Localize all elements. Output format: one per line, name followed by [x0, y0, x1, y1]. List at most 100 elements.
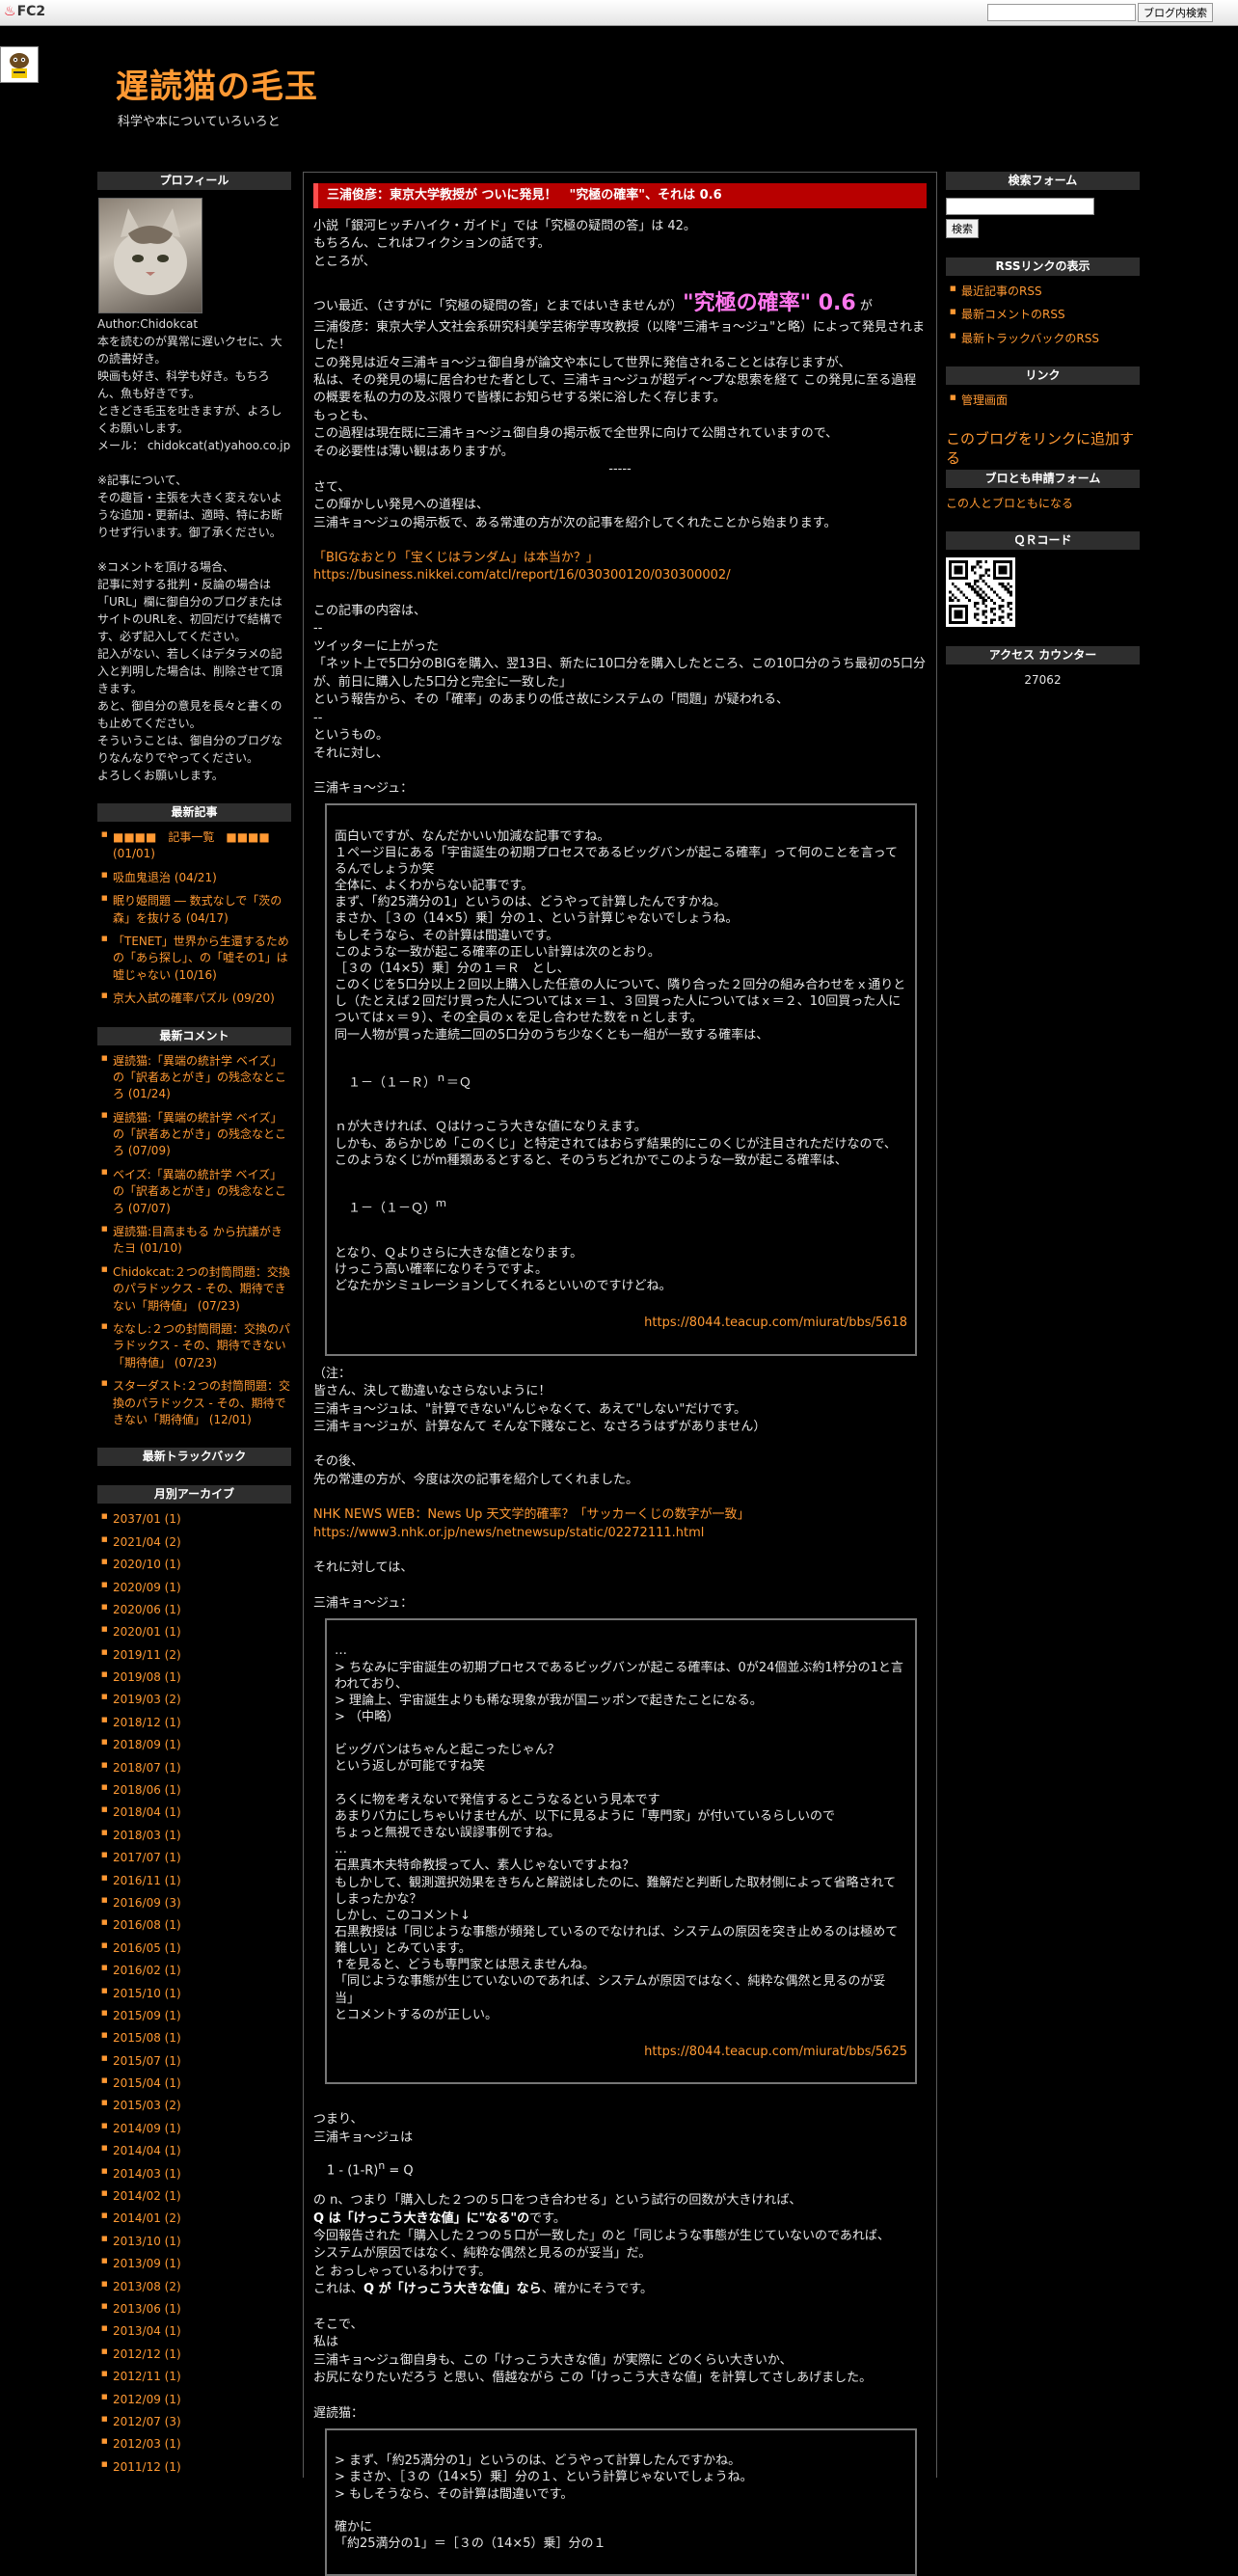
archive-item[interactable]: 2017/07 (1)	[97, 1850, 291, 1866]
mascot-icon[interactable]	[0, 46, 39, 83]
archive-item-link[interactable]: 2019/03 (2)	[113, 1693, 181, 1706]
archive-item[interactable]: 2015/09 (1)	[97, 2008, 291, 2024]
archive-item-link[interactable]: 2014/02 (1)	[113, 2189, 181, 2203]
rss-item[interactable]: 最新トラックバックのRSS	[946, 331, 1140, 347]
recent-article-item-link[interactable]: 眠り姫問題 ― 数式なしで「茨の森」を抜ける (04/17)	[113, 894, 282, 924]
archive-item[interactable]: 2020/09 (1)	[97, 1580, 291, 1596]
archive-item[interactable]: 2019/03 (2)	[97, 1692, 291, 1708]
archive-item[interactable]: 2015/10 (1)	[97, 1986, 291, 2002]
archive-item-link[interactable]: 2019/08 (1)	[113, 1670, 181, 1684]
archive-item-link[interactable]: 2018/12 (1)	[113, 1716, 181, 1729]
blog-search-input[interactable]	[987, 4, 1136, 21]
archive-item[interactable]: 2019/08 (1)	[97, 1669, 291, 1686]
archive-item[interactable]: 2012/07 (3)	[97, 2414, 291, 2430]
archive-item-link[interactable]: 2012/07 (3)	[113, 2415, 181, 2428]
archive-item[interactable]: 2018/09 (1)	[97, 1737, 291, 1753]
recent-article-item[interactable]: ■■■■ 記事一覧 ■■■■ (01/01)	[97, 829, 291, 863]
rss-item-link[interactable]: 最新コメントのRSS	[961, 308, 1065, 321]
archive-item-link[interactable]: 2012/11 (1)	[113, 2370, 181, 2383]
archive-item[interactable]: 2012/11 (1)	[97, 2369, 291, 2385]
recent-article-item-link[interactable]: ■■■■ 記事一覧 ■■■■ (01/01)	[113, 830, 270, 860]
archive-item-link[interactable]: 2020/10 (1)	[113, 1558, 181, 1571]
archive-item[interactable]: 2013/10 (1)	[97, 2234, 291, 2250]
rss-item[interactable]: 最新コメントのRSS	[946, 307, 1140, 323]
archive-item[interactable]: 2014/04 (1)	[97, 2143, 291, 2159]
archive-item[interactable]: 2018/07 (1)	[97, 1760, 291, 1776]
recent-article-item[interactable]: 京大入試の確率パズル (09/20)	[97, 990, 291, 1007]
archive-item[interactable]: 2037/01 (1)	[97, 1511, 291, 1528]
archive-item[interactable]: 2012/12 (1)	[97, 2346, 291, 2363]
fc2-logo[interactable]: ♨FC2	[4, 4, 45, 19]
archive-item[interactable]: 2015/07 (1)	[97, 2053, 291, 2070]
recent-comment-item-link[interactable]: ベイズ:「異端の統計学 ベイズ」の「訳者あとがき」の残念なところ (07/07)	[113, 1168, 286, 1215]
quote-1-source-link[interactable]: https://8044.teacup.com/miurat/bbs/5618	[335, 1315, 907, 1331]
archive-item[interactable]: 2014/02 (1)	[97, 2188, 291, 2205]
recent-article-item-link[interactable]: 「TENET」世界から生還するための「あら探し」、の「嘘その1」は嘘じゃない (…	[113, 935, 289, 982]
archive-item-link[interactable]: 2018/04 (1)	[113, 1805, 181, 1819]
recent-comment-item[interactable]: 遅読猫:目高まもる から抗議がきたヨ (01/10)	[97, 1224, 291, 1258]
recent-comment-item-link[interactable]: 遅読猫:目高まもる から抗議がきたヨ (01/10)	[113, 1225, 283, 1255]
recent-comment-item[interactable]: 遅読猫:「異端の統計学 ベイズ」の「訳者あとがき」の残念なところ (01/24)	[97, 1053, 291, 1103]
recent-article-item-link[interactable]: 京大入試の確率パズル (09/20)	[113, 991, 275, 1005]
archive-item-link[interactable]: 2016/11 (1)	[113, 1874, 181, 1887]
archive-item-link[interactable]: 2016/02 (1)	[113, 1964, 181, 1977]
archive-item[interactable]: 2021/04 (2)	[97, 1534, 291, 1551]
archive-item[interactable]: 2016/11 (1)	[97, 1873, 291, 1889]
archive-item-link[interactable]: 2016/08 (1)	[113, 1918, 181, 1932]
search-input[interactable]	[946, 198, 1094, 215]
recent-comment-item-link[interactable]: 遅読猫:「異端の統計学 ベイズ」の「訳者あとがき」の残念なところ (07/09)	[113, 1111, 286, 1158]
recent-article-item-link[interactable]: 吸血鬼退治 (04/21)	[113, 871, 217, 884]
recent-comment-item[interactable]: Chidokcat:２つの封筒問題：交換のパラドックス - その、期待できない「…	[97, 1264, 291, 1315]
archive-item[interactable]: 2019/11 (2)	[97, 1647, 291, 1664]
archive-item[interactable]: 2018/03 (1)	[97, 1828, 291, 1844]
archive-item[interactable]: 2013/08 (2)	[97, 2279, 291, 2295]
add-blog-link[interactable]: このブログをリンクに追加する	[946, 429, 1140, 469]
blog-search-button[interactable]: ブログ内検索	[1138, 3, 1213, 22]
archive-item[interactable]: 2013/09 (1)	[97, 2256, 291, 2272]
archive-item-link[interactable]: 2019/11 (2)	[113, 1648, 181, 1662]
archive-item-link[interactable]: 2018/06 (1)	[113, 1783, 181, 1797]
archive-item-link[interactable]: 2015/09 (1)	[113, 2009, 181, 2022]
archive-item-link[interactable]: 2013/10 (1)	[113, 2235, 181, 2248]
archive-item[interactable]: 2013/06 (1)	[97, 2301, 291, 2318]
rss-item[interactable]: 最近記事のRSS	[946, 284, 1140, 300]
archive-item[interactable]: 2014/09 (1)	[97, 2121, 291, 2137]
archive-item[interactable]: 2020/06 (1)	[97, 1602, 291, 1618]
archive-item[interactable]: 2018/06 (1)	[97, 1782, 291, 1799]
archive-item[interactable]: 2012/03 (1)	[97, 2436, 291, 2453]
archive-item-link[interactable]: 2037/01 (1)	[113, 1512, 181, 1526]
archive-item-link[interactable]: 2015/03 (2)	[113, 2099, 181, 2112]
rss-item-link[interactable]: 最新トラックバックのRSS	[961, 332, 1099, 345]
quote-2-source-link[interactable]: https://8044.teacup.com/miurat/bbs/5625	[335, 2044, 907, 2060]
archive-item[interactable]: 2016/09 (3)	[97, 1895, 291, 1912]
recent-comment-item-link[interactable]: ななし:２つの封筒問題：交換のパラドックス - その、期待できない「期待値」 (…	[113, 1322, 290, 1369]
friend-request-link[interactable]: この人とブロともになる	[946, 496, 1140, 512]
blog-title[interactable]: 遅読猫の毛玉	[116, 60, 318, 107]
archive-item-link[interactable]: 2017/07 (1)	[113, 1851, 181, 1864]
archive-item-link[interactable]: 2014/01 (2)	[113, 2211, 181, 2225]
archive-item-link[interactable]: 2013/06 (1)	[113, 2302, 181, 2316]
archive-item-link[interactable]: 2015/10 (1)	[113, 1987, 181, 2000]
archive-item-link[interactable]: 2012/09 (1)	[113, 2393, 181, 2406]
archive-item[interactable]: 2018/12 (1)	[97, 1715, 291, 1731]
link-item-link[interactable]: 管理画面	[961, 393, 1008, 407]
recent-article-item[interactable]: 吸血鬼退治 (04/21)	[97, 870, 291, 886]
archive-item[interactable]: 2018/04 (1)	[97, 1804, 291, 1821]
search-button[interactable]: 検索	[946, 219, 979, 238]
archive-item[interactable]: 2014/01 (2)	[97, 2210, 291, 2227]
archive-item[interactable]: 2020/10 (1)	[97, 1557, 291, 1573]
archive-item[interactable]: 2016/02 (1)	[97, 1963, 291, 1979]
archive-item-link[interactable]: 2018/09 (1)	[113, 1738, 181, 1751]
archive-item-link[interactable]: 2014/03 (1)	[113, 2167, 181, 2181]
nikkei-article-link[interactable]: 「BIGなおとり「宝くじはランダム」は本当か？」	[313, 550, 927, 567]
nhk-article-link[interactable]: NHK NEWS WEB：News Up 天文学的確率？「サッカーくじの数字が一…	[313, 1506, 927, 1524]
archive-item-link[interactable]: 2013/08 (2)	[113, 2280, 181, 2293]
recent-comment-item[interactable]: ベイズ:「異端の統計学 ベイズ」の「訳者あとがき」の残念なところ (07/07)	[97, 1167, 291, 1217]
article-title[interactable]: 三浦俊彦：東京大学教授が ついに発見！ "究極の確率"、それは 0.6	[313, 183, 927, 208]
recent-comment-item-link[interactable]: 遅読猫:「異端の統計学 ベイズ」の「訳者あとがき」の残念なところ (01/24)	[113, 1054, 286, 1101]
archive-item-link[interactable]: 2016/05 (1)	[113, 1941, 181, 1955]
archive-item-link[interactable]: 2020/09 (1)	[113, 1581, 181, 1594]
recent-comment-item-link[interactable]: Chidokcat:２つの封筒問題：交換のパラドックス - その、期待できない「…	[113, 1265, 290, 1313]
archive-item[interactable]: 2016/08 (1)	[97, 1917, 291, 1934]
archive-item-link[interactable]: 2021/04 (2)	[113, 1535, 181, 1549]
